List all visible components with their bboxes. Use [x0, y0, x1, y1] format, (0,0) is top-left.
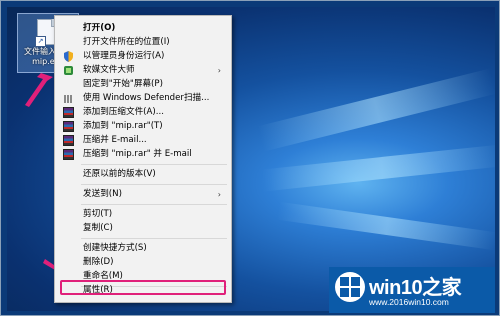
ruanmei-app-icon [63, 65, 74, 76]
wallpaper-light-beam [257, 68, 495, 152]
submenu-arrow-icon: › [217, 190, 221, 199]
pink-arrow-icon [25, 73, 53, 107]
menu-item-open-file-location[interactable]: 打开文件所在的位置(I) [55, 36, 231, 49]
menu-item-delete[interactable]: 删除(D) [55, 256, 231, 269]
menu-separator [81, 238, 227, 239]
properties-highlight-box [60, 280, 226, 295]
menu-item-restore-previous-versions[interactable]: 还原以前的版本(V) [55, 168, 231, 181]
submenu-arrow-icon: › [217, 66, 221, 75]
menu-separator [81, 184, 227, 185]
winrar-icon [63, 149, 74, 160]
winrar-icon [63, 135, 74, 146]
menu-item-compress-and-email[interactable]: 压缩并 E-mail... [55, 134, 231, 147]
menu-item-ruanmei-file-master[interactable]: 软媒文件大师 › [55, 64, 231, 77]
menu-item-send-to[interactable]: 发送到(N) › [55, 188, 231, 201]
winrar-icon [63, 121, 74, 132]
watermark-brand: win10之家 [369, 277, 462, 299]
menu-item-compress-mip-rar-email[interactable]: 压缩到 "mip.rar" 并 E-mail [55, 148, 231, 161]
screenshot-frame: ↗ 文件输入法助 mip.exe 打开(O) 打开文件所在的位置(I) 以管理员… [0, 0, 500, 316]
menu-item-defender-scan[interactable]: 使用 Windows Defender扫描... [55, 92, 231, 105]
menu-item-run-as-admin[interactable]: 以管理员身份运行(A) [55, 50, 231, 63]
watermark-logo: win10之家 www.2016win10.com [329, 267, 495, 313]
winrar-icon [63, 107, 74, 118]
context-menu: 打开(O) 打开文件所在的位置(I) 以管理员身份运行(A) 软媒文件大师 › … [54, 15, 232, 303]
watermark-url: www.2016win10.com [369, 297, 449, 307]
menu-item-create-shortcut[interactable]: 创建快捷方式(S) [55, 242, 231, 255]
shortcut-arrow-icon: ↗ [35, 36, 46, 47]
menu-item-add-to-mip-rar[interactable]: 添加到 "mip.rar"(T) [55, 120, 231, 133]
menu-item-pin-to-start[interactable]: 固定到"开始"屏幕(P) [55, 78, 231, 91]
windows-logo-icon [335, 272, 365, 302]
menu-separator [81, 164, 227, 165]
menu-item-add-to-archive[interactable]: 添加到压缩文件(A)... [55, 106, 231, 119]
wallpaper-light-beam [261, 144, 495, 192]
menu-item-open[interactable]: 打开(O) [55, 22, 231, 35]
defender-icon [63, 93, 74, 104]
shield-icon [63, 51, 74, 62]
menu-separator [81, 204, 227, 205]
wallpaper-light-beam [276, 201, 495, 251]
menu-item-copy[interactable]: 复制(C) [55, 222, 231, 235]
menu-item-cut[interactable]: 剪切(T) [55, 208, 231, 221]
